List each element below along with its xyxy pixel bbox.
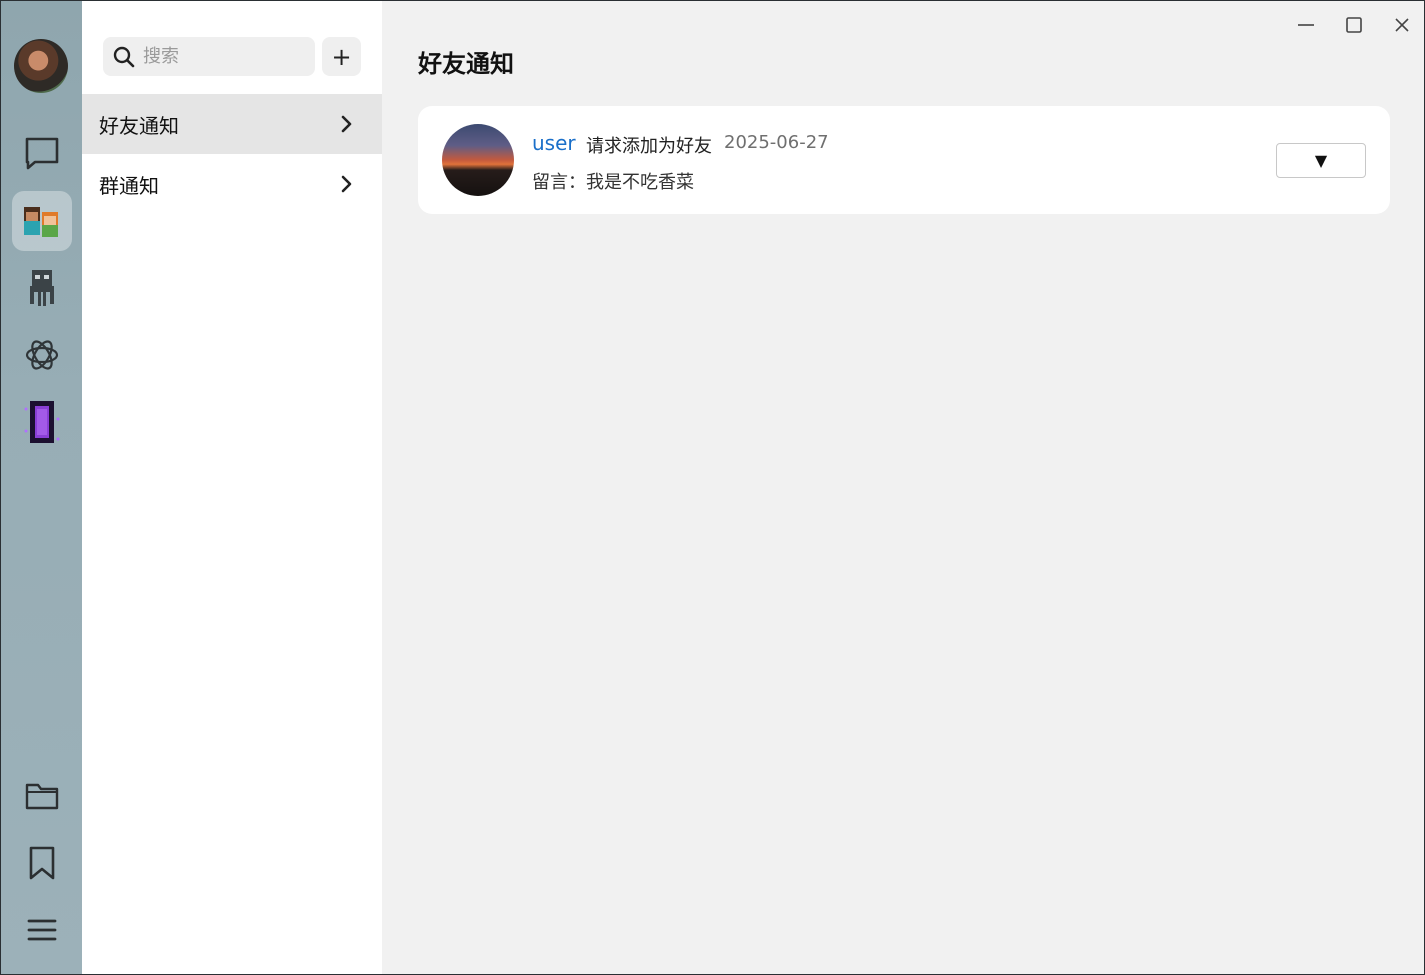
chevron-right-icon: [341, 175, 352, 193]
contacts-icon: [24, 207, 58, 237]
sidebar-item-label: 群通知: [99, 173, 159, 198]
contacts-nav-button[interactable]: [12, 191, 72, 251]
requester-name-link[interactable]: user: [532, 131, 576, 155]
search-input[interactable]: [143, 46, 293, 67]
sidebar-item-label: 好友通知: [99, 113, 179, 138]
files-nav-button[interactable]: [12, 766, 72, 826]
maximize-icon: [1346, 17, 1362, 33]
chevron-right-icon: [341, 115, 352, 133]
search-box[interactable]: [103, 37, 315, 76]
maximize-button[interactable]: [1342, 13, 1366, 37]
close-button[interactable]: [1390, 13, 1414, 37]
robot-icon: [30, 270, 54, 306]
folder-icon: [25, 783, 59, 810]
chat-icon: [25, 137, 59, 170]
close-icon: [1395, 18, 1409, 32]
sidebar-item-friend-notifications[interactable]: 好友通知: [82, 94, 382, 154]
request-action-dropdown[interactable]: ▼: [1276, 143, 1366, 178]
favorites-nav-button[interactable]: [12, 833, 72, 893]
ai-icon: [25, 340, 59, 370]
main-content: 好友通知 user 请求添加为好友 2025-06-27 留言：我是不吃香菜 ▼: [382, 1, 1424, 974]
request-text: 请求添加为好友: [586, 136, 712, 157]
ai-nav-button[interactable]: [12, 325, 72, 385]
requester-avatar[interactable]: [442, 124, 514, 196]
left-rail: [1, 1, 82, 974]
notification-sidebar: + 好友通知 群通知: [82, 1, 382, 974]
user-avatar[interactable]: [14, 39, 68, 93]
chevron-down-icon: ▼: [1314, 151, 1328, 170]
chat-nav-button[interactable]: [12, 123, 72, 183]
bookmark-icon: [29, 846, 55, 880]
request-message: 留言：我是不吃香菜: [532, 172, 694, 193]
friend-request-card: user 请求添加为好友 2025-06-27 留言：我是不吃香菜 ▼: [418, 106, 1390, 214]
portal-icon: [24, 401, 60, 443]
robot-nav-button[interactable]: [12, 258, 72, 318]
menu-icon: [27, 919, 57, 941]
add-button[interactable]: +: [322, 37, 361, 76]
menu-nav-button[interactable]: [12, 900, 72, 960]
sidebar-item-group-notifications[interactable]: 群通知: [82, 154, 382, 214]
portal-nav-button[interactable]: [12, 392, 72, 452]
request-date: 2025-06-27: [724, 132, 829, 153]
page-title: 好友通知: [418, 50, 514, 78]
minimize-icon: [1298, 24, 1314, 26]
app-window: + 好友通知 群通知: [0, 0, 1425, 975]
minimize-button[interactable]: [1294, 13, 1318, 37]
search-icon: [113, 46, 135, 67]
